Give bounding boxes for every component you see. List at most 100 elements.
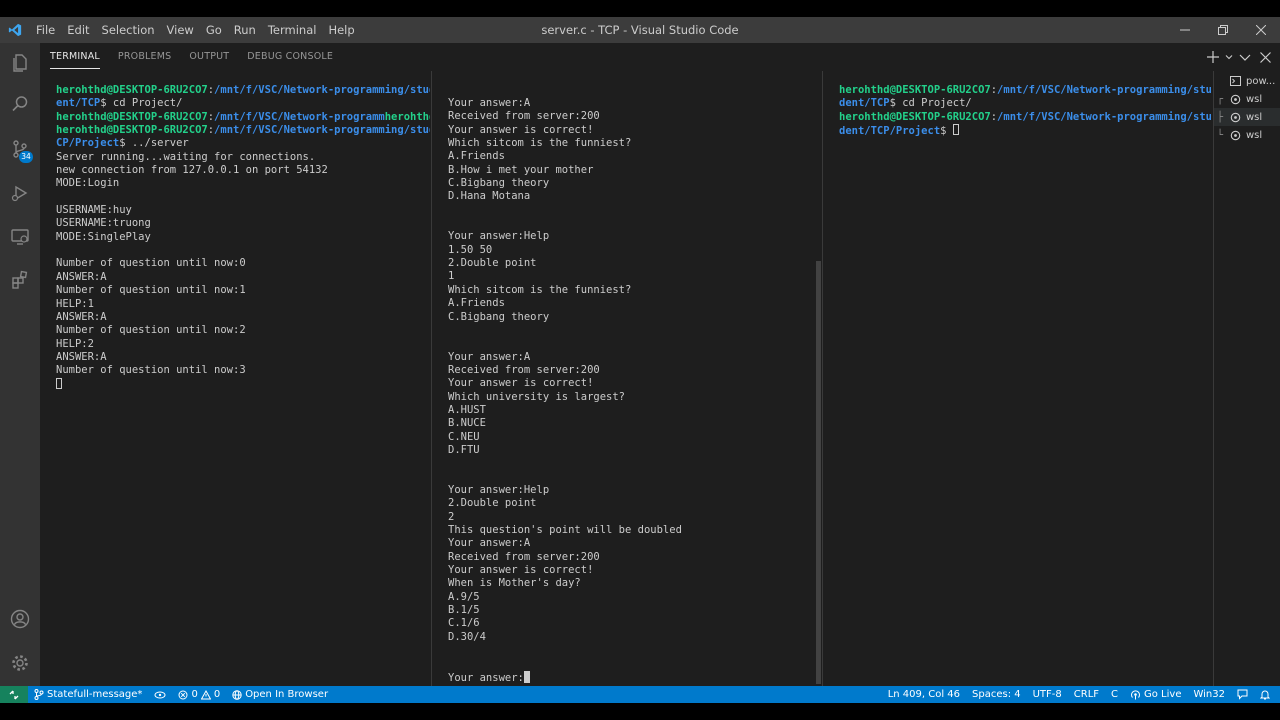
terminal-text: USERNAME:huy (56, 204, 132, 217)
terminal-line: A.Friends (448, 297, 818, 310)
terminal-line: C.1/6 (448, 617, 818, 630)
chevron-down-icon (1225, 55, 1233, 60)
terminal-line: new connection from 127.0.0.1 on port 54… (56, 164, 430, 177)
prompt-path: /mnt/f/VSC/Network-programming/stud (214, 124, 430, 137)
prompt-user: herohthd (384, 110, 430, 123)
platform[interactable]: Win32 (1187, 686, 1231, 703)
menu-run[interactable]: Run (228, 17, 262, 43)
terminal-list-item[interactable]: ┌ wsl (1214, 90, 1280, 108)
terminal-list-label: wsl (1246, 111, 1263, 123)
open-in-browser-label: Open In Browser (245, 689, 329, 700)
menu-terminal[interactable]: Terminal (262, 17, 323, 43)
terminal-line: ANSWER:A (56, 351, 430, 364)
go-live-button[interactable]: Go Live (1124, 686, 1187, 703)
run-debug-button[interactable] (0, 173, 40, 213)
go-live-label: Go Live (1144, 689, 1182, 700)
close-panel-button[interactable] (1256, 47, 1274, 67)
close-icon (1256, 25, 1266, 35)
terminal-text: Which sitcom is the funniest? (448, 283, 632, 296)
new-terminal-button[interactable] (1204, 47, 1222, 67)
tab-debug-console[interactable]: DEBUG CONSOLE (247, 43, 333, 71)
menu-file[interactable]: File (30, 17, 61, 43)
remote-indicator[interactable] (0, 686, 28, 703)
remote-explorer-button[interactable] (0, 216, 40, 256)
menu-help[interactable]: Help (322, 17, 360, 43)
sync-button[interactable] (148, 690, 172, 700)
menu-go[interactable]: Go (200, 17, 228, 43)
maximize-panel-button[interactable] (1236, 47, 1254, 67)
terminal-list-item[interactable]: └ wsl (1214, 126, 1280, 144)
terminal-line: C.Bigbang theory (448, 177, 818, 190)
terminal-text: D.FTU (448, 443, 480, 456)
terminal-pane-server[interactable]: herohthd@DESKTOP-6RU2CO7:/mnt/f/VSC/Netw… (56, 71, 430, 686)
account-button[interactable] (0, 599, 40, 639)
terminal-line: Your answer:Help (448, 230, 818, 243)
menu-selection[interactable]: Selection (96, 17, 161, 43)
terminal-line: A.Friends (448, 150, 818, 163)
end-of-line[interactable]: CRLF (1068, 686, 1105, 703)
prompt-path: /mnt/f/VSC/Network-programm (214, 110, 385, 123)
pane-divider[interactable] (822, 71, 823, 686)
branch-status[interactable]: Statefull-message* (28, 686, 148, 703)
terminal-text: B.How i met your mother (448, 163, 594, 176)
terminal-text: Received from server:200 (448, 363, 600, 376)
vscode-logo-icon (0, 17, 30, 43)
terminal-text: This question's point will be doubled (448, 524, 682, 536)
feedback-button[interactable] (1231, 689, 1254, 700)
indentation[interactable]: Spaces: 4 (966, 686, 1027, 703)
terminal-pane-client[interactable]: Your answer:A Received from server:200 You… (448, 71, 818, 686)
manage-button[interactable] (0, 643, 40, 683)
terminal-text: Your answer:Help (448, 230, 550, 243)
terminal-line: herohthd@DESKTOP-6RU2CO7:/mnt/f/VSC/Netw… (839, 84, 1211, 97)
terminal-list-item[interactable]: ├ wsl (1214, 108, 1280, 126)
encoding[interactable]: UTF-8 (1027, 686, 1068, 703)
pane-divider[interactable] (431, 71, 432, 686)
terminal-line: Received from server:200 (448, 551, 818, 564)
terminal-line: dent/TCP$ cd Project/ (839, 97, 1211, 110)
terminal-dropdown-button[interactable] (1224, 47, 1234, 67)
terminal-text: 2 (448, 510, 455, 523)
terminal-text: Number of question until now:1 (56, 284, 246, 297)
language-mode[interactable]: C (1105, 686, 1124, 703)
terminal-line: 1.50 50 (448, 244, 818, 257)
terminal-text: A.Friends (448, 297, 505, 310)
extensions-button[interactable] (0, 260, 40, 300)
terminal-line: A.9/5 (448, 591, 818, 604)
tab-output[interactable]: OUTPUT (189, 43, 229, 71)
terminal-list-item[interactable]: pow... (1214, 72, 1280, 90)
notifications-button[interactable] (1254, 689, 1276, 700)
menu-view[interactable]: View (161, 17, 200, 43)
close-window-button[interactable] (1242, 17, 1280, 43)
git-branch-icon (34, 689, 44, 700)
terminal-text: Your answer: (448, 671, 524, 684)
linux-icon (1228, 130, 1242, 141)
prompt-path: /mnt/f/VSC/Network-programming/stu (997, 84, 1211, 96)
cursor-position[interactable]: Ln 409, Col 46 (882, 686, 966, 703)
prompt-path: /mnt/f/VSC/Network-programming/stud (214, 84, 430, 96)
terminal-line: Number of question until now:0 (56, 257, 430, 270)
terminal-line: Your answer:A (448, 351, 818, 364)
plus-icon (1207, 51, 1219, 63)
source-control-button[interactable]: 34 (0, 129, 40, 169)
terminal-line: 2 (448, 511, 818, 524)
tab-terminal[interactable]: TERMINAL (50, 43, 100, 71)
terminal-scrollbar[interactable] (816, 261, 821, 684)
terminal-text: 1.50 50 (448, 243, 493, 256)
open-in-browser-button[interactable]: Open In Browser (226, 686, 334, 703)
terminal-icon (1228, 76, 1242, 86)
tab-problems[interactable]: PROBLEMS (118, 43, 171, 71)
terminal-pane-shell[interactable]: herohthd@DESKTOP-6RU2CO7:/mnt/f/VSC/Netw… (839, 71, 1211, 686)
restore-button[interactable] (1204, 17, 1242, 43)
search-button[interactable] (0, 84, 40, 124)
terminal-line: B.1/5 (448, 604, 818, 617)
explorer-button[interactable] (0, 43, 40, 83)
menu-edit[interactable]: Edit (61, 17, 95, 43)
minimize-button[interactable] (1166, 17, 1204, 43)
terminal-text: USERNAME:truong (56, 217, 151, 230)
problems-status[interactable]: 0 0 (172, 686, 226, 703)
terminal-text: Your answer is correct! (448, 564, 594, 577)
